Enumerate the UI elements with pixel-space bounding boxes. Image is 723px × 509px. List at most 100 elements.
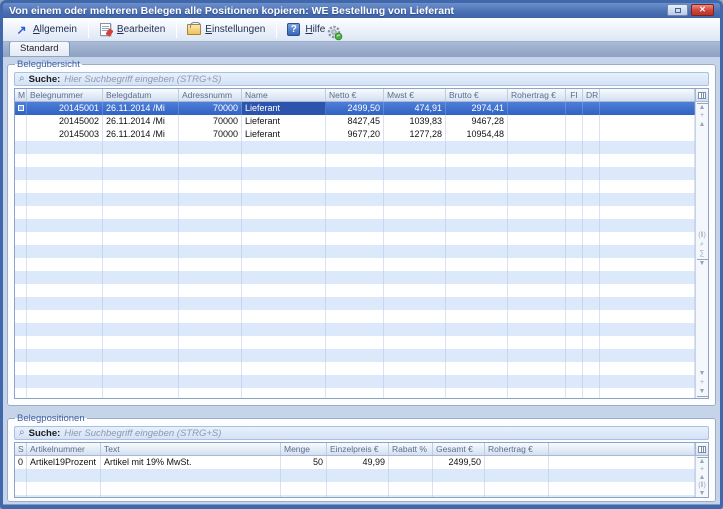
table-row[interactable] bbox=[15, 349, 695, 362]
table-cell[interactable] bbox=[27, 336, 103, 349]
table-cell[interactable] bbox=[446, 375, 508, 388]
table-cell[interactable] bbox=[179, 297, 242, 310]
table-cell[interactable] bbox=[508, 141, 566, 154]
column-width-tool-icon[interactable]: (‖) bbox=[697, 232, 708, 241]
table-cell[interactable] bbox=[15, 482, 27, 495]
table-cell[interactable] bbox=[583, 245, 600, 258]
table-cell[interactable] bbox=[281, 469, 327, 482]
table-cell[interactable] bbox=[566, 102, 583, 115]
table-cell[interactable] bbox=[103, 336, 179, 349]
table-cell[interactable] bbox=[326, 219, 384, 232]
column-header[interactable]: M bbox=[15, 89, 27, 101]
table-cell[interactable] bbox=[27, 167, 103, 180]
table-cell[interactable] bbox=[327, 469, 389, 482]
table-row[interactable] bbox=[15, 193, 695, 206]
table-cell[interactable]: 20145003 bbox=[27, 128, 103, 141]
scroll-to-top-icon[interactable]: ▲ bbox=[697, 457, 708, 466]
table-cell[interactable] bbox=[583, 349, 600, 362]
table-cell[interactable] bbox=[508, 167, 566, 180]
table-cell[interactable]: 49,99 bbox=[327, 456, 389, 469]
table-cell[interactable] bbox=[103, 219, 179, 232]
column-header[interactable] bbox=[549, 443, 695, 455]
table-cell[interactable]: 1277,28 bbox=[384, 128, 446, 141]
table-cell[interactable] bbox=[15, 271, 27, 284]
scroll-up-icon[interactable]: ▲ bbox=[697, 121, 708, 130]
table-cell[interactable] bbox=[27, 141, 103, 154]
table-cell[interactable] bbox=[103, 193, 179, 206]
table-cell[interactable] bbox=[242, 141, 326, 154]
table-cell[interactable] bbox=[103, 154, 179, 167]
table-cell[interactable] bbox=[326, 284, 384, 297]
table-cell[interactable] bbox=[600, 206, 695, 219]
table-cell[interactable] bbox=[103, 271, 179, 284]
table-cell[interactable] bbox=[27, 482, 101, 495]
table-cell[interactable] bbox=[103, 167, 179, 180]
table-cell[interactable] bbox=[103, 258, 179, 271]
table-cell[interactable] bbox=[15, 115, 27, 128]
table-cell[interactable] bbox=[508, 388, 566, 398]
table-cell[interactable] bbox=[242, 388, 326, 398]
table-cell[interactable] bbox=[179, 167, 242, 180]
table-cell[interactable] bbox=[326, 167, 384, 180]
table-cell[interactable] bbox=[583, 219, 600, 232]
table-cell[interactable] bbox=[179, 271, 242, 284]
table-cell[interactable] bbox=[600, 128, 695, 141]
table-cell[interactable] bbox=[27, 258, 103, 271]
menu-item-bearbeiten[interactable]: Bearbeiten bbox=[91, 19, 174, 40]
table-cell[interactable] bbox=[389, 482, 433, 495]
table-cell[interactable] bbox=[446, 232, 508, 245]
table-cell[interactable] bbox=[508, 115, 566, 128]
table-cell[interactable] bbox=[566, 336, 583, 349]
table-cell[interactable]: Lieferant bbox=[242, 128, 326, 141]
table-cell[interactable] bbox=[15, 154, 27, 167]
table-cell[interactable] bbox=[566, 297, 583, 310]
table-cell[interactable] bbox=[384, 167, 446, 180]
table-cell[interactable]: 70000 bbox=[179, 128, 242, 141]
table-cell[interactable] bbox=[179, 193, 242, 206]
table-cell[interactable] bbox=[15, 469, 27, 482]
documents-search-input[interactable]: ⌕ Suche: Hier Suchbegriff eingeben (STRG… bbox=[14, 72, 709, 86]
table-cell[interactable] bbox=[179, 323, 242, 336]
table-cell[interactable] bbox=[566, 193, 583, 206]
table-cell[interactable] bbox=[600, 102, 695, 115]
table-row[interactable] bbox=[15, 362, 695, 375]
table-cell[interactable] bbox=[242, 206, 326, 219]
table-cell[interactable]: 70000 bbox=[179, 102, 242, 115]
table-cell[interactable] bbox=[583, 297, 600, 310]
table-cell[interactable] bbox=[327, 482, 389, 495]
table-cell[interactable] bbox=[242, 375, 326, 388]
table-cell[interactable] bbox=[103, 310, 179, 323]
table-cell[interactable] bbox=[326, 258, 384, 271]
table-cell[interactable] bbox=[27, 323, 103, 336]
table-cell[interactable] bbox=[508, 323, 566, 336]
table-row[interactable] bbox=[15, 388, 695, 398]
table-cell[interactable] bbox=[242, 271, 326, 284]
table-row[interactable] bbox=[15, 336, 695, 349]
table-cell[interactable] bbox=[566, 349, 583, 362]
table-cell[interactable] bbox=[326, 271, 384, 284]
table-cell[interactable] bbox=[600, 388, 695, 398]
table-cell[interactable] bbox=[103, 349, 179, 362]
table-cell[interactable] bbox=[508, 310, 566, 323]
table-cell[interactable] bbox=[27, 297, 103, 310]
column-chooser-icon[interactable] bbox=[695, 89, 708, 102]
table-cell[interactable] bbox=[326, 349, 384, 362]
table-cell[interactable] bbox=[27, 310, 103, 323]
table-cell[interactable] bbox=[600, 362, 695, 375]
table-row[interactable] bbox=[15, 297, 695, 310]
table-cell[interactable] bbox=[600, 167, 695, 180]
table-cell[interactable] bbox=[242, 323, 326, 336]
menu-item-einstellungen[interactable]: Einstellungen bbox=[179, 19, 274, 40]
table-cell[interactable] bbox=[103, 388, 179, 398]
table-cell[interactable] bbox=[446, 388, 508, 398]
table-cell[interactable] bbox=[242, 258, 326, 271]
grid-search-tool-icon[interactable]: ⌕ bbox=[697, 241, 708, 250]
column-header[interactable]: Name bbox=[242, 89, 326, 101]
table-cell[interactable] bbox=[15, 167, 27, 180]
table-cell[interactable] bbox=[600, 219, 695, 232]
table-cell[interactable] bbox=[583, 271, 600, 284]
table-cell[interactable] bbox=[508, 206, 566, 219]
scroll-up-icon[interactable]: ▲ bbox=[697, 474, 708, 482]
table-cell[interactable] bbox=[27, 245, 103, 258]
table-cell[interactable] bbox=[326, 180, 384, 193]
